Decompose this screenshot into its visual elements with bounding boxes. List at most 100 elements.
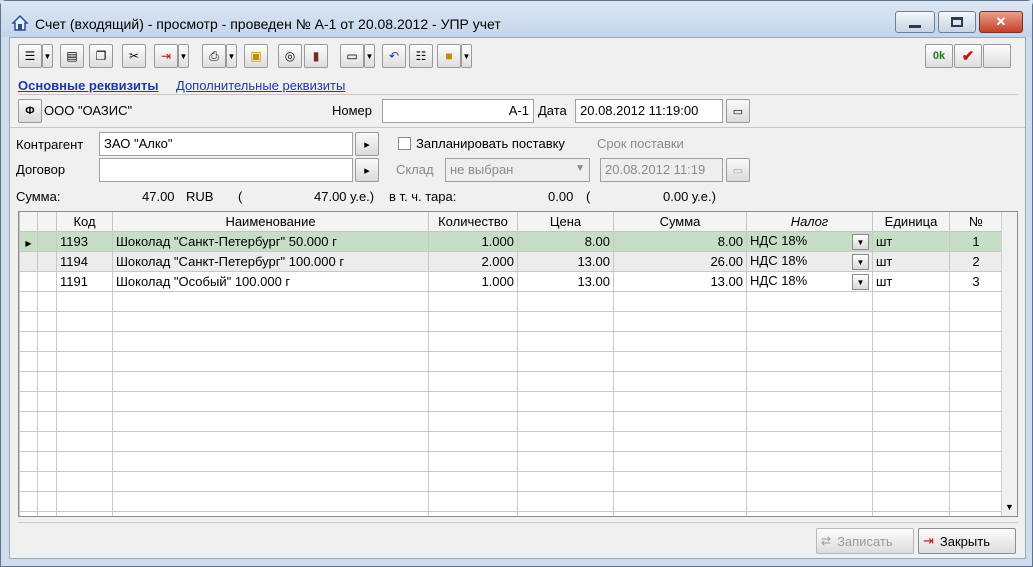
date-picker-button[interactable]: ▭	[726, 99, 750, 123]
columns-icon: ☷	[415, 49, 427, 63]
save-button-label: Записать	[837, 533, 893, 549]
copy-button[interactable]: ❐	[89, 44, 113, 68]
list-dropdown-button[interactable]: ▼	[42, 44, 53, 68]
close-form-button[interactable]: ⇥ Закрыть	[918, 528, 1016, 554]
picture-icon: ▣	[250, 49, 262, 63]
briefcase-dropdown-button[interactable]: ▼	[461, 44, 472, 68]
book-button[interactable]: ▮	[304, 44, 328, 68]
number-field[interactable]: А-1	[382, 99, 534, 123]
minimize-button[interactable]	[895, 11, 935, 33]
cell-sum[interactable]: 26.00	[613, 250, 747, 272]
cell-qty[interactable]: 2.000	[428, 250, 518, 272]
export-button[interactable]: ⇥	[154, 44, 178, 68]
chevron-right-icon: ▸	[364, 164, 370, 177]
table-button[interactable]: ▤	[60, 44, 84, 68]
cell-code[interactable]: 1194	[56, 250, 113, 272]
delivery-date-field[interactable]: 20.08.2012 11:19	[600, 158, 723, 182]
column-header-sum[interactable]: Сумма	[613, 212, 747, 232]
list-button[interactable]: ☰	[18, 44, 42, 68]
chevron-down-icon[interactable]: ▼	[852, 253, 869, 270]
table-row[interactable]: ▶ 1193 Шоколад "Санкт-Петербург" 50.000 …	[19, 230, 1003, 252]
row-blank	[37, 230, 57, 252]
chevron-down-icon[interactable]: ▼	[852, 233, 869, 250]
column-header-name[interactable]: Наименование	[112, 212, 429, 232]
cell-name[interactable]: Шоколад "Санкт-Петербург" 50.000 г	[112, 230, 429, 252]
cell-name[interactable]: Шоколад "Санкт-Петербург" 100.000 г	[112, 250, 429, 272]
column-header-price[interactable]: Цена	[517, 212, 614, 232]
close-button[interactable]: ✕	[979, 11, 1023, 33]
cell-unit[interactable]: шт	[872, 250, 950, 272]
warehouse-select[interactable]: не выбран ▼	[445, 158, 590, 182]
currency: RUB	[186, 189, 214, 204]
card-button[interactable]: ▭	[340, 44, 364, 68]
cell-price[interactable]: 8.00	[517, 230, 614, 252]
column-header-tax[interactable]: Налог	[746, 212, 873, 232]
confirm-button[interactable]: ✔	[954, 44, 982, 68]
tab-divider	[18, 94, 1018, 95]
org-select-button[interactable]: Ф	[18, 99, 42, 123]
cell-sum[interactable]: 8.00	[613, 230, 747, 252]
warehouse-value: не выбран	[450, 162, 514, 177]
close-button-label: Закрыть	[939, 533, 990, 549]
card-dropdown-button[interactable]: ▼	[364, 44, 375, 68]
cell-code[interactable]: 1191	[56, 270, 113, 292]
date-field[interactable]: 20.08.2012 11:19:00	[575, 99, 723, 123]
card-icon: ▭	[346, 49, 358, 63]
maximize-button[interactable]	[938, 11, 976, 33]
briefcase-button[interactable]: ■	[437, 44, 461, 68]
cell-tax[interactable]: НДС 18% ▼	[746, 230, 873, 252]
empty-row	[19, 330, 1003, 352]
empty-row	[19, 450, 1003, 472]
ok-icon: 0k	[932, 50, 946, 62]
cell-unit[interactable]: шт	[872, 270, 950, 292]
cell-tax[interactable]: НДС 18% ▼	[746, 250, 873, 272]
delivery-date-picker-button[interactable]: ▭	[726, 158, 750, 182]
export-dropdown-button[interactable]: ▼	[178, 44, 189, 68]
column-header-num[interactable]: №	[949, 212, 1003, 232]
table-row[interactable]: 1191 Шоколад "Особый" 100.000 г 1.000 13…	[19, 270, 1003, 292]
column-header-code[interactable]: Код	[56, 212, 113, 232]
org-button-label: Ф	[25, 105, 35, 117]
picture-button[interactable]: ▣	[244, 44, 268, 68]
cell-qty[interactable]: 1.000	[428, 230, 518, 252]
save-button[interactable]: ⇄ Записать	[816, 528, 914, 554]
contract-select-button[interactable]: ▸	[355, 158, 379, 182]
contractor-field[interactable]: ЗАО "Алко"	[99, 132, 353, 156]
print-dropdown-button[interactable]: ▼	[226, 44, 237, 68]
contractor-select-button[interactable]: ▸	[355, 132, 379, 156]
coins-button[interactable]: ◎	[278, 44, 302, 68]
contract-field[interactable]	[99, 158, 353, 182]
org-name: ООО "ОАЗИС"	[44, 103, 133, 118]
cell-qty[interactable]: 1.000	[428, 270, 518, 292]
tab-main-details[interactable]: Основные реквизиты	[18, 78, 159, 93]
ok-button[interactable]: 0k	[925, 44, 953, 68]
cell-sum[interactable]: 13.00	[613, 270, 747, 292]
cut-button[interactable]: ✂	[122, 44, 146, 68]
cell-tax[interactable]: НДС 18% ▼	[746, 270, 873, 292]
table-row[interactable]: 1194 Шоколад "Санкт-Петербург" 100.000 г…	[19, 250, 1003, 272]
tara-value: 0.00	[548, 189, 574, 204]
scroll-down-icon[interactable]: ▼	[1005, 502, 1014, 512]
tara-label: в т. ч. тара:	[389, 189, 457, 204]
column-header-unit[interactable]: Единица	[872, 212, 950, 232]
cell-name[interactable]: Шоколад "Особый" 100.000 г	[112, 270, 429, 292]
tab-additional-details[interactable]: Дополнительные реквизиты	[176, 78, 345, 93]
print-button[interactable]: ⎙	[202, 44, 226, 68]
chevron-down-icon[interactable]: ▼	[852, 273, 869, 290]
plan-delivery-checkbox[interactable]	[398, 137, 411, 150]
column-header-qty[interactable]: Количество	[428, 212, 518, 232]
empty-row	[19, 410, 1003, 432]
cell-unit[interactable]: шт	[872, 230, 950, 252]
columns-button[interactable]: ☷	[409, 44, 433, 68]
list-icon: ☰	[24, 49, 36, 63]
cell-price[interactable]: 13.00	[517, 270, 614, 292]
undo-button[interactable]: ↶	[382, 44, 406, 68]
house-icon	[11, 14, 29, 31]
coins-icon: ◎	[284, 49, 296, 63]
cell-code[interactable]: 1193	[56, 230, 113, 252]
blank-button[interactable]	[983, 44, 1011, 68]
chevron-down-icon: ▼	[365, 51, 374, 61]
table-scrollbar[interactable]: ▼	[1001, 212, 1017, 516]
maximize-icon	[951, 17, 963, 27]
cell-price[interactable]: 13.00	[517, 250, 614, 272]
